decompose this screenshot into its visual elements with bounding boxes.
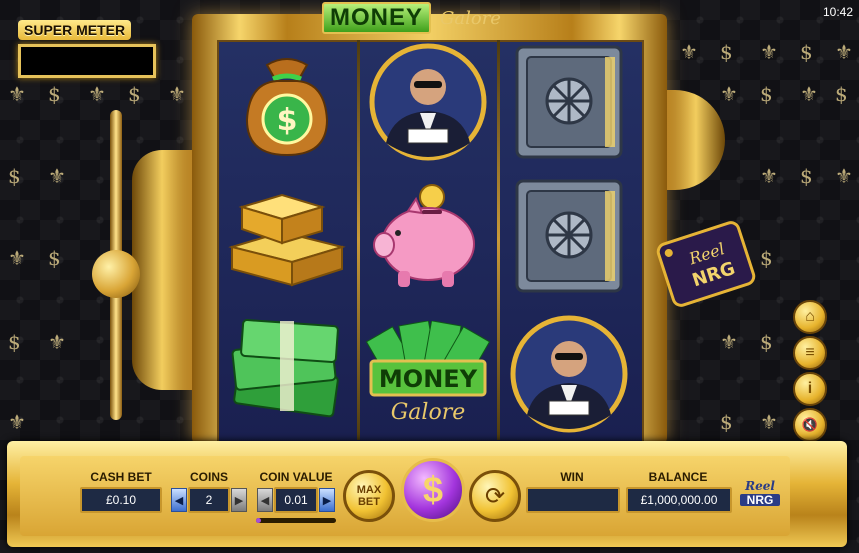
super-meter-display (18, 44, 156, 78)
svg-text:$: $ (277, 103, 298, 138)
money-bag-icon: $ (222, 42, 352, 162)
cash-bet-label: CASH BET (90, 470, 152, 484)
piggy-bank-icon (363, 176, 493, 296)
coins-display: 2 (188, 487, 230, 513)
gold-bars-icon (222, 172, 352, 292)
money-galore-logo-symbol: MONEY Galore (363, 316, 493, 436)
svg-text:Galore: Galore (391, 400, 466, 425)
brand-line1: Reel (745, 479, 775, 493)
max-bet-label-line1: MAX (356, 484, 382, 496)
logo-money: MONEY (322, 2, 432, 34)
menu-button[interactable]: ≡ (793, 336, 827, 370)
win-label: WIN (560, 470, 584, 484)
dollar-spin-icon: $ (422, 469, 444, 510)
vault-safe-icon (504, 176, 634, 296)
coin-value-increase-button[interactable]: ▶ (319, 488, 335, 512)
coins-decrease-button[interactable]: ◀ (171, 488, 187, 512)
coins-increase-button[interactable]: ▶ (231, 488, 247, 512)
arrow-left-icon: ◀ (260, 494, 270, 507)
coin-value-label: COIN VALUE (259, 470, 333, 484)
left-cabinet-ornament (132, 150, 192, 390)
win-display (526, 487, 620, 513)
reel-divider (497, 40, 500, 440)
cash-stack-icon (222, 310, 352, 430)
cash-bet-display: £0.10 (80, 487, 162, 513)
autoplay-icon: ⟳ (484, 482, 506, 510)
max-bet-button[interactable]: MAX BET (343, 470, 395, 522)
reel-nrg-logo: Reel NRG (740, 480, 780, 516)
logo-galore: Galore (440, 8, 501, 29)
menu-icon: ≡ (805, 344, 815, 361)
balance-display: £1,000,000.00 (626, 487, 732, 513)
coin-value-decrease-button[interactable]: ◀ (257, 488, 273, 512)
info-icon: i (807, 380, 813, 397)
reel-divider (357, 40, 360, 440)
svg-text:MONEY: MONEY (379, 365, 478, 393)
super-meter-label: SUPER METER (18, 20, 132, 40)
boss-portrait-icon (363, 42, 493, 162)
clock: 10:42 (822, 5, 853, 19)
home-button[interactable]: ⌂ (793, 300, 827, 334)
vault-safe-icon (504, 42, 634, 162)
max-bet-label-line2: BET (357, 496, 380, 508)
boss-portrait-icon (504, 314, 634, 434)
super-meter: SUPER METER (18, 20, 156, 80)
game-logo: MONEY Galore (322, 0, 532, 34)
coin-value-display: 0.01 (274, 487, 318, 513)
spin-button[interactable]: $ (401, 458, 465, 522)
sound-button[interactable]: 🔇 (793, 408, 827, 442)
decorative-handle (92, 110, 140, 420)
sound-off-icon: 🔇 (801, 417, 819, 432)
arrow-left-icon: ◀ (174, 494, 184, 507)
arrow-right-icon: ▶ (322, 494, 332, 507)
autoplay-button[interactable]: ⟳ (469, 470, 521, 522)
home-icon: ⌂ (805, 308, 815, 325)
arrow-right-icon: ▶ (234, 494, 244, 507)
balance-label: BALANCE (648, 470, 708, 484)
coin-value-progress (256, 518, 336, 523)
coins-label: COINS (189, 470, 228, 484)
info-button[interactable]: i (793, 372, 827, 406)
brand-line2: NRG (740, 494, 780, 506)
